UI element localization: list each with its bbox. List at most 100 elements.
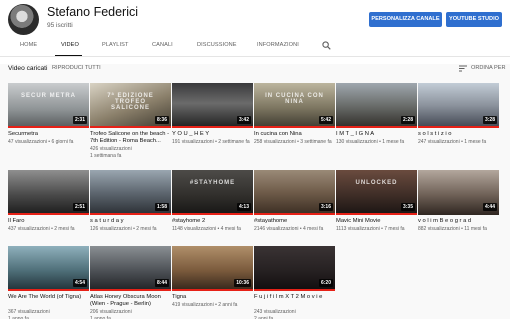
video-age: 4 mesi fa	[220, 226, 241, 232]
video-thumbnail[interactable]: 2:28	[336, 83, 417, 128]
tab-video[interactable]: VIDEO	[61, 42, 79, 48]
channel-avatar[interactable]	[8, 4, 39, 35]
video-title[interactable]: Securmetra	[8, 131, 89, 138]
video-meta: 367 visualizzazioni 1 anno fa	[8, 309, 89, 319]
tab-informazioni[interactable]: INFORMAZIONI	[257, 42, 299, 48]
thumbnail-caption: IN CUCINA CON NINA	[265, 93, 324, 105]
video-title[interactable]: We Are The World (of Tigna)	[8, 294, 89, 301]
video-card[interactable]: UNLOCKED 3:35 Mavic Mini Movie 1113 visuali…	[336, 170, 417, 250]
video-card[interactable]: 10:36 Tigna 419 visualizzazioni • 2 anni f…	[172, 246, 253, 319]
video-card[interactable]: 2:28 I M T _ I G N A 130 visualizzazioni •…	[336, 83, 417, 163]
video-views: 367 visualizzazioni	[8, 309, 50, 315]
video-thumbnail[interactable]: UNLOCKED 3:35	[336, 170, 417, 215]
video-views: 1148 visualizzazioni	[172, 226, 217, 232]
video-views: 243 visualizzazioni	[254, 309, 296, 315]
watch-progress-bar	[172, 213, 253, 215]
video-title[interactable]: I M T _ I G N A	[336, 131, 417, 138]
video-duration: 8:44	[154, 279, 169, 287]
video-views: 126 visualizzazioni	[90, 226, 132, 232]
video-age: 11 mesi fa	[464, 226, 487, 232]
tab-home[interactable]: HOME	[20, 42, 37, 48]
watch-progress-bar	[172, 289, 253, 291]
video-title[interactable]: Y O U _ H E Y	[172, 131, 253, 138]
video-card[interactable]: 4:44 v o l i m B e o g r a d 882 visualizz…	[418, 170, 499, 250]
video-meta: 1113 visualizzazioni • 7 mesi fa	[336, 226, 417, 233]
video-meta: 258 visualizzazioni • 3 settimane fa	[254, 139, 335, 146]
video-title[interactable]: s a t u r d a y	[90, 218, 171, 225]
watch-progress-bar	[8, 126, 89, 128]
video-age: 2 anni fa	[218, 302, 238, 308]
video-card[interactable]: 7ª EDIZIONE TROFEO SALICONE 8:36 Trofeo Sa…	[90, 83, 171, 163]
watch-progress-bar	[336, 126, 417, 128]
video-duration: 2:28	[400, 116, 415, 124]
video-card[interactable]: 6:20 F u j i f i l m X T 2 M o v i e 243 v…	[254, 246, 335, 319]
video-thumbnail[interactable]: 8:44	[90, 246, 171, 291]
video-card[interactable]: 3:28 s o l s t i z i o 247 visualizzazioni…	[418, 83, 499, 163]
video-title[interactable]: F u j i f i l m X T 2 M o v i e	[254, 294, 335, 301]
video-card[interactable]: SECUR METRA 2:31 Securmetra 47 visualizzazi…	[8, 83, 89, 163]
video-thumbnail[interactable]: 4:54	[8, 246, 89, 291]
video-duration: 8:36	[154, 116, 169, 124]
video-meta: 206 visualizzazioni 1 anno fa	[90, 309, 171, 319]
video-thumbnail[interactable]: 2:51	[8, 170, 89, 215]
video-title[interactable]: #stayathome	[254, 218, 335, 225]
video-age: 2 mesi fa	[136, 226, 157, 232]
tab-canali[interactable]: CANALI	[152, 42, 173, 48]
video-thumbnail[interactable]: 1:58	[90, 170, 171, 215]
video-thumbnail[interactable]: 3:42	[172, 83, 253, 128]
video-views: 206 visualizzazioni	[90, 309, 132, 315]
video-card[interactable]: IN CUCINA CON NINA 5:42 In cucina con Nina…	[254, 83, 335, 163]
sort-icon[interactable]	[459, 65, 467, 72]
watch-progress-bar	[336, 213, 417, 215]
watch-progress-bar	[90, 126, 171, 128]
video-title[interactable]: Tigna	[172, 294, 253, 301]
video-meta: 419 visualizzazioni • 2 anni fa	[172, 302, 253, 309]
video-card[interactable]: 1:58 s a t u r d a y 126 visualizzazioni •…	[90, 170, 171, 250]
video-title[interactable]: #stayhome 2	[172, 218, 253, 225]
video-thumbnail[interactable]: 10:36	[172, 246, 253, 291]
video-thumbnail[interactable]: 4:44	[418, 170, 499, 215]
video-card[interactable]: 3:42 Y O U _ H E Y 191 visualizzazioni • 2…	[172, 83, 253, 163]
video-title[interactable]: s o l s t i z i o	[418, 131, 499, 138]
play-all-button[interactable]: RIPRODUCI TUTTI	[52, 65, 101, 71]
video-thumbnail[interactable]: SECUR METRA 2:31	[8, 83, 89, 128]
video-title[interactable]: v o l i m B e o g r a d	[418, 218, 499, 225]
sort-by-button[interactable]: ORDINA PER	[471, 65, 506, 71]
video-duration: 2:31	[72, 116, 87, 124]
video-title[interactable]: In cucina con Nina	[254, 131, 335, 138]
video-title[interactable]: Atlas Honey Obscura Moon (Wien - Prague …	[90, 294, 171, 308]
video-duration: 2:51	[72, 203, 87, 211]
video-thumbnail[interactable]: 6:20	[254, 246, 335, 291]
customize-channel-button[interactable]: PERSONALIZZA CANALE	[369, 12, 442, 27]
video-duration: 1:58	[154, 203, 169, 211]
video-age: 2 settimane fa	[218, 139, 250, 145]
video-card[interactable]: 8:44 Atlas Honey Obscura Moon (Wien - Pra…	[90, 246, 171, 319]
video-duration: 3:42	[236, 116, 251, 124]
video-card[interactable]: 2:51 Il Faro 437 visualizzazioni • 2 mesi …	[8, 170, 89, 250]
watch-progress-bar	[254, 213, 335, 215]
tab-discussione[interactable]: DISCUSSIONE	[197, 42, 237, 48]
video-age: 4 mesi fa	[303, 226, 324, 232]
video-age: 3 settimane fa	[300, 139, 332, 145]
video-thumbnail[interactable]: 7ª EDIZIONE TROFEO SALICONE 8:36	[90, 83, 171, 128]
watch-progress-bar	[8, 213, 89, 215]
search-icon[interactable]	[322, 41, 331, 50]
video-card[interactable]: #STAYHOME 4:13 #stayhome 2 1148 visualizzaz…	[172, 170, 253, 250]
video-thumbnail[interactable]: #STAYHOME 4:13	[172, 170, 253, 215]
tab-playlist[interactable]: PLAYLIST	[102, 42, 129, 48]
video-meta: 191 visualizzazioni • 2 settimane fa	[172, 139, 253, 146]
video-title[interactable]: Mavic Mini Movie	[336, 218, 417, 225]
video-age: 2 mesi fa	[54, 226, 75, 232]
thumbnail-caption: #STAYHOME	[189, 180, 236, 186]
video-card[interactable]: 3:16 #stayathome 2146 visualizzazioni • 4 …	[254, 170, 335, 250]
subscriber-count: 95 iscritti	[47, 22, 73, 29]
video-meta: 247 visualizzazioni • 1 mese fa	[418, 139, 499, 146]
video-title[interactable]: Trofeo Salicone on the beach - 7th Editi…	[90, 131, 171, 145]
video-thumbnail[interactable]: IN CUCINA CON NINA 5:42	[254, 83, 335, 128]
video-card[interactable]: 4:54 We Are The World (of Tigna) 367 visua…	[8, 246, 89, 319]
youtube-studio-button[interactable]: YOUTUBE STUDIO	[446, 12, 502, 27]
video-thumbnail[interactable]: 3:28	[418, 83, 499, 128]
video-views: 247 visualizzazioni	[418, 139, 460, 145]
video-title[interactable]: Il Faro	[8, 218, 89, 225]
video-thumbnail[interactable]: 3:16	[254, 170, 335, 215]
